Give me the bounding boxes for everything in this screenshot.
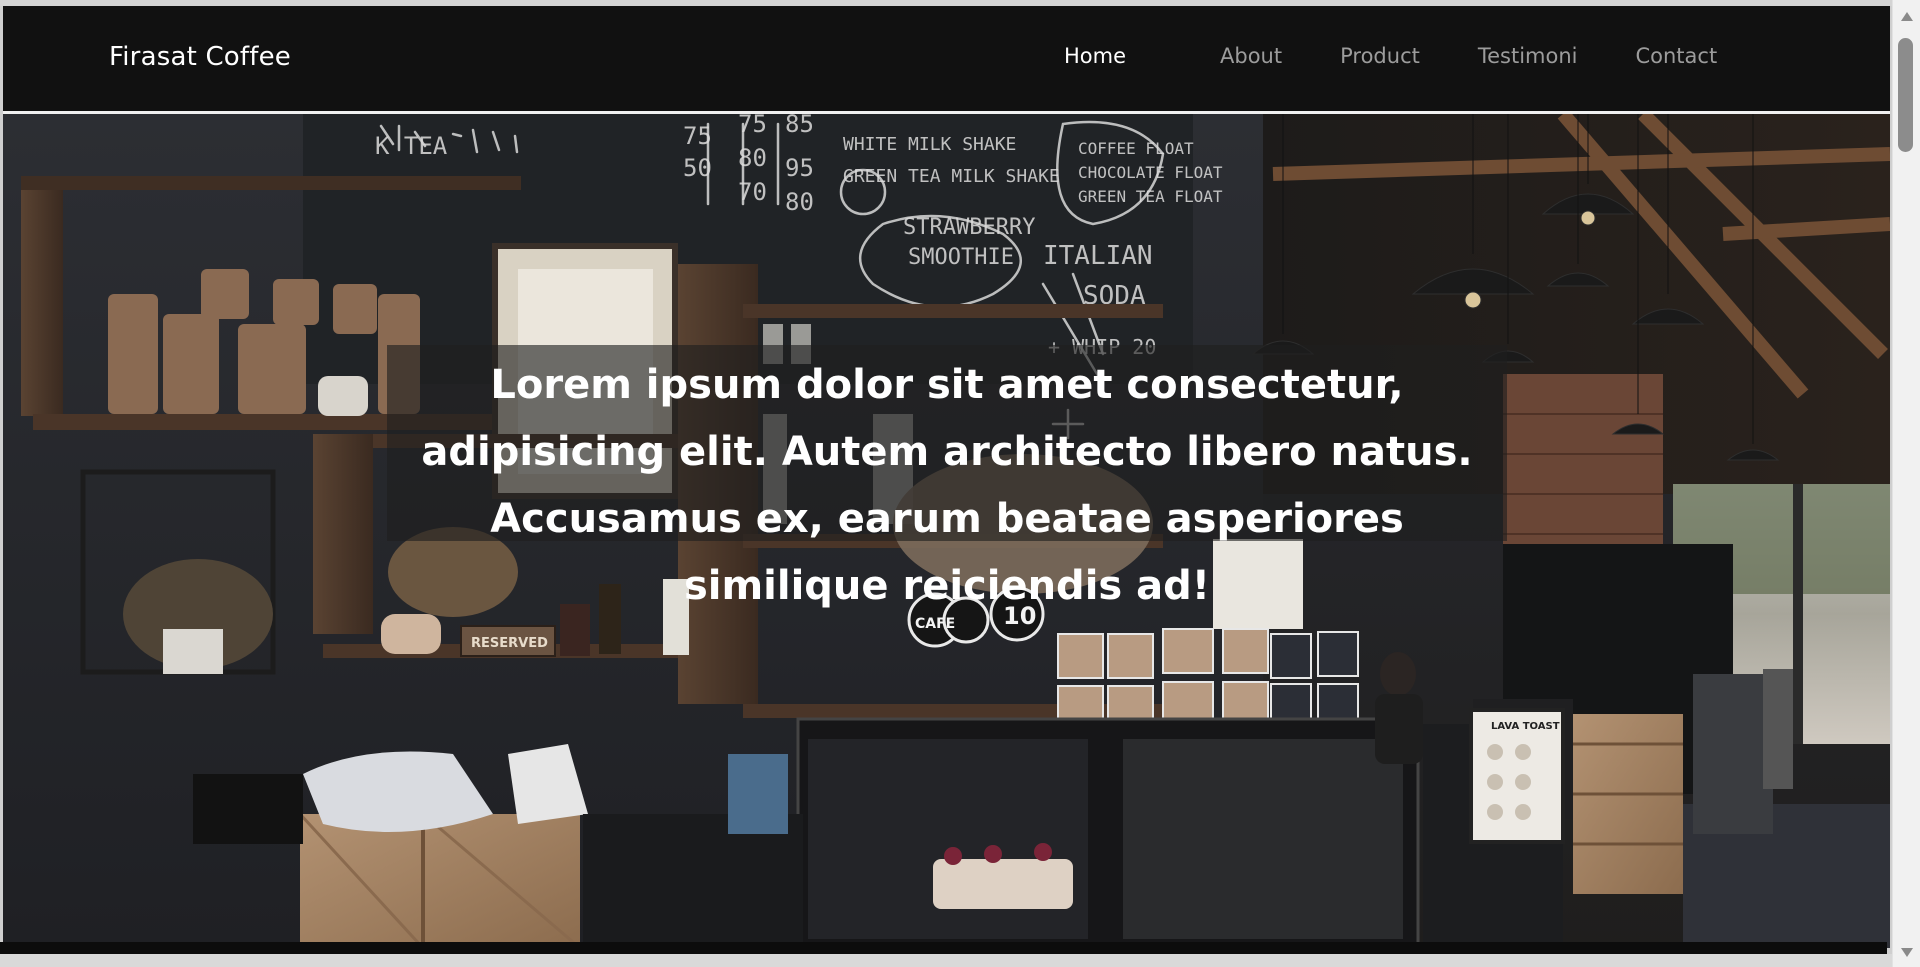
navbar: Firasat Coffee Home About Product Testim…	[3, 6, 1890, 114]
browser-viewport: Firasat Coffee Home About Product Testim…	[0, 0, 1920, 967]
svg-text:85: 85	[785, 114, 814, 138]
svg-text:50: 50	[683, 154, 712, 182]
nav-link-product[interactable]: Product	[1340, 44, 1420, 68]
nav-link-about[interactable]: About	[1220, 44, 1282, 68]
svg-text:80: 80	[785, 188, 814, 216]
nav-links: Home About Product Testimoni Contact	[1064, 44, 1717, 68]
svg-text:80: 80	[738, 144, 767, 172]
svg-text:70: 70	[738, 178, 767, 206]
nav-link-contact[interactable]: Contact	[1635, 44, 1717, 68]
lava-toast-sign-text: LAVA TOAST	[1491, 721, 1560, 732]
svg-text:GREEN TEA FLOAT: GREEN TEA FLOAT	[1078, 187, 1223, 206]
scroll-up-arrow-icon[interactable]	[1901, 12, 1913, 21]
svg-text:SMOOTHIE: SMOOTHIE	[908, 245, 1014, 270]
reserved-sign-text: RESERVED	[471, 636, 548, 651]
browser-bottom-frame	[0, 954, 1892, 967]
svg-text:75: 75	[738, 114, 767, 138]
hero-section: K TEA 75 75 85 50 80 95 70 80 WHITE MILK SHAK…	[3, 114, 1890, 948]
nav-link-testimoni[interactable]: Testimoni	[1478, 44, 1578, 68]
svg-text:WHITE MILK SHAKE: WHITE MILK SHAKE	[843, 134, 1016, 155]
web-page: Firasat Coffee Home About Product Testim…	[3, 6, 1890, 948]
brand-logo-link[interactable]: Firasat Coffee	[109, 42, 291, 72]
scrollbar-thumb[interactable]	[1898, 38, 1913, 152]
svg-text:95: 95	[785, 154, 814, 182]
hero-caption: Lorem ipsum dolor sit amet consectetur, …	[421, 362, 1473, 609]
svg-text:COFFEE FLOAT: COFFEE FLOAT	[1078, 139, 1194, 158]
page-bottom-bar	[0, 942, 1887, 954]
vertical-scrollbar[interactable]	[1892, 0, 1920, 967]
svg-text:K TEA: K TEA	[375, 132, 448, 160]
svg-text:CHOCOLATE FLOAT: CHOCOLATE FLOAT	[1078, 163, 1223, 182]
svg-text:75: 75	[683, 122, 712, 150]
svg-text:STRAWBERRY: STRAWBERRY	[903, 215, 1035, 240]
nav-link-home[interactable]: Home	[1064, 44, 1126, 68]
svg-text:ITALIAN: ITALIAN	[1043, 241, 1153, 271]
svg-text:GREEN TEA MILK SHAKE: GREEN TEA MILK SHAKE	[843, 166, 1060, 187]
scroll-down-arrow-icon[interactable]	[1901, 948, 1913, 957]
